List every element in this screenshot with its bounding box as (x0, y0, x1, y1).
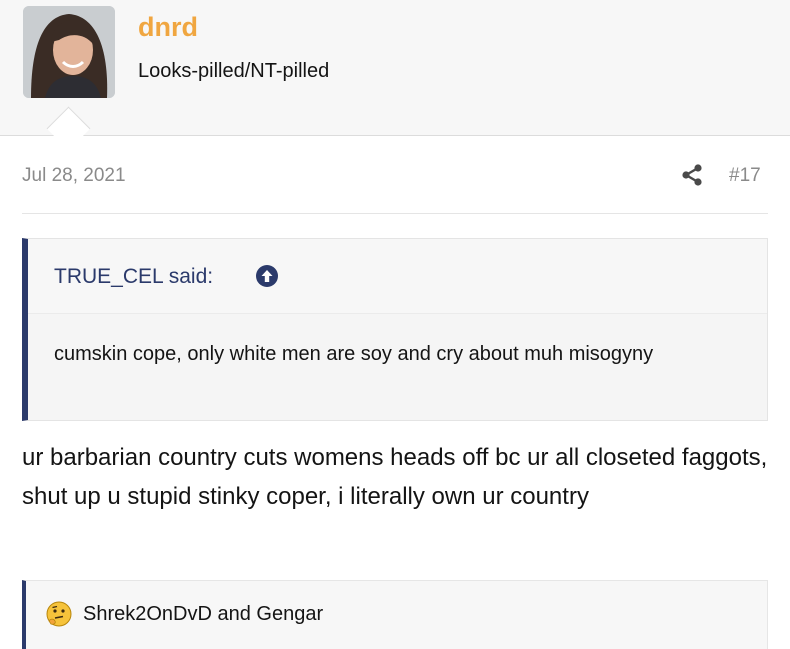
reactions-bar: Shrek2OnDvD and Gengar (22, 580, 768, 649)
post-number-link[interactable]: #17 (729, 165, 761, 187)
quote-block: TRUE_CEL said: cumskin cope, only white … (22, 238, 768, 421)
post-date-link[interactable]: Jul 28, 2021 (22, 165, 126, 187)
user-avatar[interactable] (23, 6, 115, 98)
post-body: ur barbarian country cuts womens heads o… (22, 444, 768, 510)
quote-text: cumskin cope, only white men are soy and… (54, 343, 654, 365)
quote-header: TRUE_CEL said: (28, 239, 767, 314)
share-icon[interactable] (680, 163, 704, 187)
user-header: dnrd Looks-pilled/NT-pilled (0, 0, 790, 151)
arrow-up-circle-icon[interactable] (255, 264, 279, 288)
reaction-users-link[interactable]: Shrek2OnDvD and Gengar (83, 603, 323, 626)
username-link[interactable]: dnrd (138, 12, 198, 43)
thinking-face-icon[interactable] (46, 601, 72, 627)
header-pointer-arrow (46, 106, 91, 151)
avatar-image (23, 6, 115, 98)
forum-post: dnrd Looks-pilled/NT-pilled Jul 28, 2021… (0, 0, 790, 649)
meta-divider (22, 213, 768, 214)
user-title: Looks-pilled/NT-pilled (138, 60, 330, 82)
quote-author-link[interactable]: TRUE_CEL said: (54, 265, 213, 289)
